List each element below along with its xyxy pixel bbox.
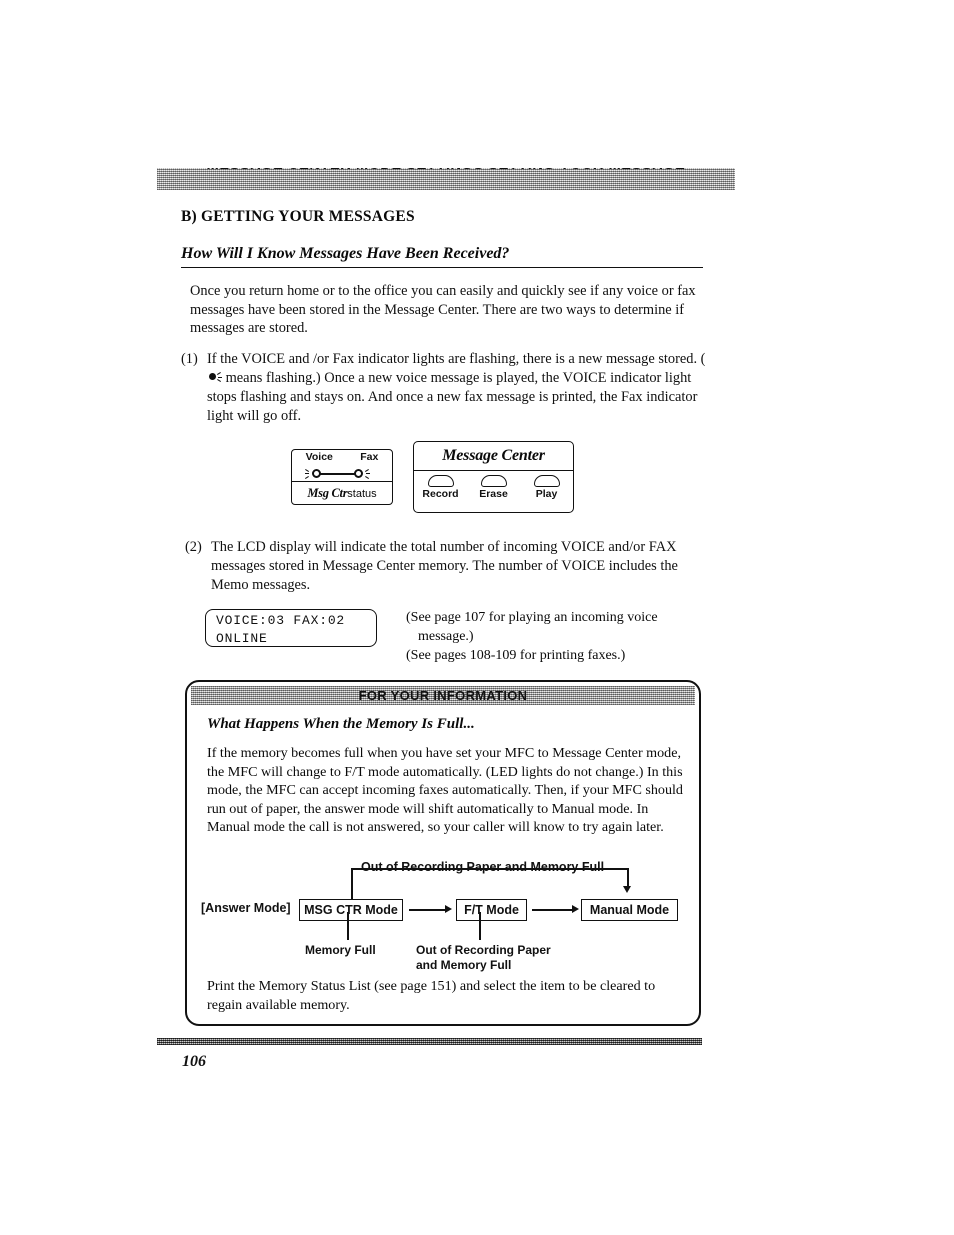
fax-lamp-spark-icon <box>364 475 370 479</box>
message-center-panel: Message Center Record Erase Play <box>413 441 574 513</box>
play-button[interactable]: Play <box>524 475 569 500</box>
flow-box-manual-mode: Manual Mode <box>581 899 678 921</box>
record-button-cap-icon <box>427 475 454 487</box>
fyi-heading: What Happens When the Memory Is Full... <box>207 716 475 732</box>
section-subheading: How Will I Know Messages Have Been Recei… <box>181 245 703 268</box>
flow-arrow-line-1 <box>409 909 447 911</box>
message-center-buttons: Record Erase Play <box>414 471 573 515</box>
msg-ctr-script-label: Msg Ctr <box>307 486 348 500</box>
list-item-1-text-before: If the VOICE and /or Fax indicator light… <box>207 351 706 367</box>
fyi-body-text: If the memory becomes full when you have… <box>207 745 683 836</box>
list-item-1-text: If the VOICE and /or Fax indicator light… <box>207 350 706 426</box>
running-head-text: MESSAGE CENTER MODE SETTINGS SETTING YOU… <box>157 168 735 173</box>
list-item-2-text: The LCD display will indicate the total … <box>211 539 678 593</box>
lcd-display: VOICE:03 FAX:02 ONLINE <box>205 609 377 647</box>
flow-note-out-of-paper: Out of Recording Paper and Memory Full <box>416 943 566 972</box>
answer-mode-flow-diagram: Out of Recording Paper and Memory Full [… <box>201 860 691 975</box>
list-item-2: (2) The LCD display will indicate the to… <box>185 538 706 595</box>
fyi-band-title: FOR YOUR INFORMATION <box>358 688 528 703</box>
play-button-label: Play <box>535 488 558 500</box>
flow-note-out-of-paper-line1: Out of Recording Paper <box>416 943 551 957</box>
voice-lamp-icon <box>312 469 321 478</box>
for-your-information-box: FOR YOUR INFORMATION What Happens When t… <box>185 680 701 1026</box>
play-button-cap-icon <box>533 475 560 487</box>
message-center-title: Message Center <box>414 442 573 471</box>
flow-answer-mode-label: [Answer Mode] <box>201 901 291 915</box>
flow-bypass-left-riser <box>351 868 353 900</box>
page-number: 106 <box>182 1053 206 1070</box>
erase-button[interactable]: Erase <box>471 475 516 500</box>
status-word-label: status <box>347 488 377 500</box>
lcd-line-1: VOICE:03 FAX:02 <box>216 613 346 628</box>
led-labels: Voice Fax <box>292 451 392 463</box>
fax-lamp-spark-icon <box>364 468 370 472</box>
flow-box-ft-mode: F/T Mode <box>456 899 527 921</box>
msg-ctr-status-caption: Msg Ctrstatus <box>292 482 392 503</box>
erase-button-label: Erase <box>479 488 508 500</box>
running-head-band: MESSAGE CENTER MODE SETTINGS SETTING YOU… <box>157 168 735 190</box>
flow-box-msg-ctr-mode: MSG CTR Mode <box>299 899 403 921</box>
footer-rule <box>157 1038 702 1045</box>
flow-note-memory-full: Memory Full <box>305 943 376 957</box>
fax-lamp-icon <box>354 469 363 478</box>
record-button-label: Record <box>422 488 459 500</box>
flow-arrowhead-1-icon <box>445 905 452 913</box>
page-title: B) GETTING YOUR MESSAGES <box>181 208 415 225</box>
list-item-2-number: (2) <box>185 539 202 555</box>
flow-callout-leader-2 <box>479 912 481 940</box>
voice-label: Voice <box>305 451 333 463</box>
erase-button-cap-icon <box>480 475 507 487</box>
intro-paragraph: Once you return home or to the office yo… <box>190 283 696 336</box>
voice-lamp-spark-icon <box>304 473 309 475</box>
lcd-note-1a: (See page 107 for playing an incoming vo… <box>406 610 658 625</box>
fax-label: Fax <box>360 451 379 463</box>
record-button[interactable]: Record <box>418 475 463 500</box>
lamp-connector-line <box>320 472 358 475</box>
lcd-note-2: (See pages 108-109 for printing faxes.) <box>406 648 626 663</box>
voice-lamp-spark-icon <box>304 468 310 472</box>
lcd-line-2: ONLINE <box>216 631 268 646</box>
flow-bypass-right-drop <box>627 868 629 887</box>
lcd-cross-references: (See page 107 for playing an incoming vo… <box>406 608 706 665</box>
flow-callout-leader-1 <box>347 912 349 940</box>
led-indicator-row: Voice Fax <box>292 450 392 482</box>
flow-arrow-line-2 <box>532 909 574 911</box>
voice-lamp-spark-icon <box>304 475 310 479</box>
list-item-1-number: (1) <box>181 351 198 367</box>
flow-bypass-top-line <box>351 868 629 870</box>
led-lamps <box>292 467 392 479</box>
list-item-1-text-after: means flashing.) Once a new voice messag… <box>207 370 698 424</box>
flow-top-label: Out of Recording Paper and Memory Full <box>361 860 605 874</box>
flashing-lamp-icon <box>207 372 222 383</box>
msg-ctr-status-panel: Voice Fax Msg Ctrstatus <box>291 449 393 505</box>
list-item-1: (1) If the VOICE and /or Fax indicator l… <box>181 350 706 426</box>
document-page: MESSAGE CENTER MODE SETTINGS SETTING YOU… <box>0 0 954 1235</box>
flow-note-out-of-paper-line2: and Memory Full <box>416 957 512 972</box>
fax-lamp-spark-icon <box>365 473 370 475</box>
fyi-footer-text: Print the Memory Status List (see page 1… <box>207 978 656 1013</box>
flow-arrowhead-2-icon <box>572 905 579 913</box>
fyi-band: FOR YOUR INFORMATION <box>191 686 695 705</box>
lcd-note-1b: message.) <box>418 629 474 644</box>
flow-bypass-arrowhead-icon <box>623 886 631 893</box>
